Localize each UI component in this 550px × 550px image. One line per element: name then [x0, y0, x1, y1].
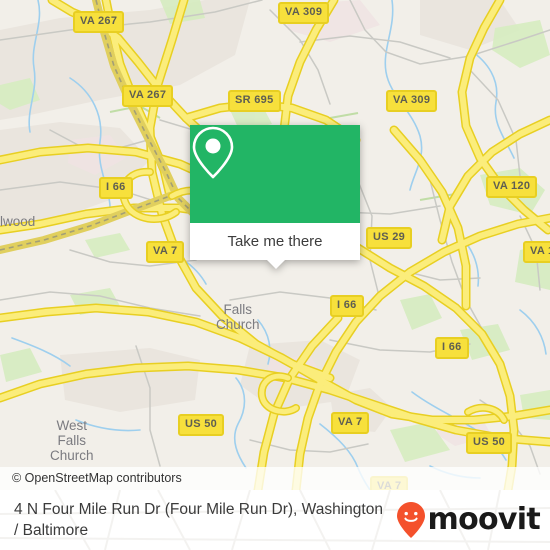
road-shield: I 66 [330, 295, 364, 317]
moovit-logo[interactable]: moovit [396, 501, 541, 539]
road-shield: VA 7 [146, 241, 185, 263]
popup-image-area [190, 125, 360, 223]
footer-bar: 4 N Four Mile Run Dr (Four Mile Run Dr),… [0, 490, 550, 550]
moovit-wordmark: moovit [427, 502, 541, 537]
map-canvas[interactable]: VA 267 VA 309 VA 267 SR 695 VA 309 I 66 … [0, 0, 550, 490]
road-shield: US 50 [466, 432, 513, 454]
place-label-falls-church: Falls Church [216, 302, 260, 332]
road-shield: VA 1 [523, 241, 550, 263]
map-callout-popup[interactable]: Take me there [190, 125, 360, 269]
osm-attribution[interactable]: © OpenStreetMap contributors [0, 467, 550, 490]
place-label-lwood: lwood [0, 214, 36, 229]
road-shield: VA 7 [331, 412, 370, 434]
place-label-west-falls-church: West Falls Church [50, 418, 94, 463]
road-shield: US 29 [366, 227, 413, 249]
moovit-smiley-pin-icon [396, 502, 425, 538]
road-shield: VA 120 [486, 176, 538, 198]
popup-arrow [267, 260, 285, 269]
road-shield: VA 267 [73, 11, 125, 33]
take-me-there-button[interactable]: Take me there [190, 223, 360, 260]
location-pin-icon [192, 126, 234, 179]
map-screenshot: VA 267 VA 309 VA 267 SR 695 VA 309 I 66 … [0, 0, 550, 550]
road-shield: VA 267 [122, 85, 174, 107]
road-shield: VA 309 [386, 90, 438, 112]
road-shield: I 66 [435, 337, 469, 359]
road-shield: VA 309 [278, 2, 330, 24]
road-shield: I 66 [99, 177, 133, 199]
road-shield: SR 695 [228, 90, 281, 112]
location-title: 4 N Four Mile Run Dr (Four Mile Run Dr),… [14, 501, 383, 539]
road-shield: US 50 [178, 414, 225, 436]
